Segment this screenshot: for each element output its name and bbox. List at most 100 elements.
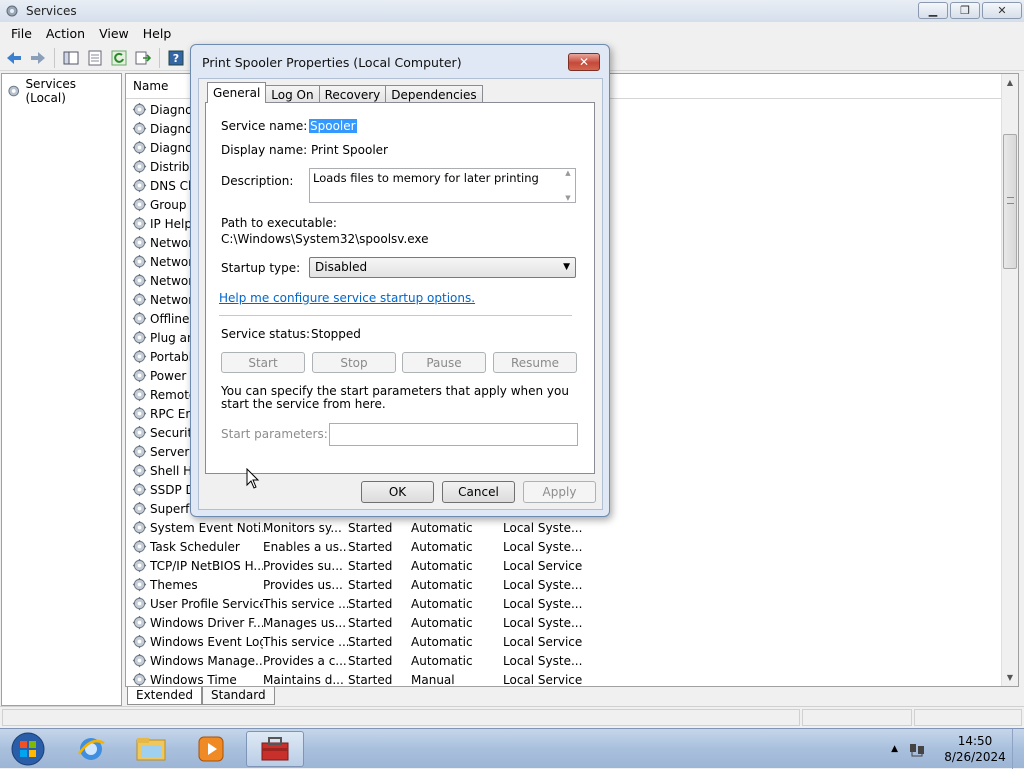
start-params-label: Start parameters: — [221, 427, 328, 441]
taskbar: ▲ 14:50 8/26/2024 — [0, 728, 1024, 769]
service-row[interactable]: TCP/IP NetBIOS H... Provides su... Started… — [126, 556, 1006, 575]
cancel-button[interactable]: Cancel — [442, 481, 515, 503]
service-row[interactable]: System Event Noti... Monitors sy... Starte… — [126, 518, 1006, 537]
startup-type-value: Disabled — [315, 260, 368, 274]
service-row[interactable]: Windows Manage... Provides a c... Started A… — [126, 651, 1006, 670]
service-name: Windows Manage... — [150, 653, 263, 668]
start-params-input[interactable] — [329, 423, 578, 446]
tab-dependencies[interactable]: Dependencies — [385, 85, 483, 103]
show-hidden-icons-icon[interactable]: ▲ — [891, 744, 898, 754]
apply-button[interactable]: Apply — [523, 481, 596, 503]
resume-button[interactable]: Resume — [493, 352, 577, 373]
scroll-up-icon[interactable]: ▲ — [1002, 74, 1018, 91]
service-row[interactable]: User Profile Service This service ... Star… — [126, 594, 1006, 613]
service-gear-icon — [132, 406, 147, 421]
windows-orb-icon — [11, 732, 45, 766]
vertical-scrollbar[interactable]: ▲ ▼ — [1001, 74, 1018, 686]
start-button[interactable]: Start — [221, 352, 305, 373]
menu-file[interactable]: File — [4, 24, 39, 43]
service-log-on-as: Local Syste... — [503, 653, 583, 668]
service-row[interactable]: Themes Provides us... Started Automatic Loca… — [126, 575, 1006, 594]
service-startup-type: Automatic — [411, 577, 473, 592]
service-row[interactable]: Task Scheduler Enables a us... Started Auto… — [126, 537, 1006, 556]
service-log-on-as: Local Syste... — [503, 577, 583, 592]
service-gear-icon — [132, 178, 147, 193]
show-desktop-button[interactable] — [1012, 729, 1024, 769]
tab-recovery[interactable]: Recovery — [318, 85, 387, 103]
divider — [219, 315, 572, 316]
status-panel — [2, 709, 800, 726]
service-gear-icon — [132, 558, 147, 573]
service-gear-icon — [132, 254, 147, 269]
scroll-down-icon[interactable]: ▼ — [1002, 669, 1018, 686]
display-name-label: Display name: — [221, 143, 308, 157]
service-log-on-as: Local Syste... — [503, 615, 583, 630]
media-player-icon — [198, 736, 224, 762]
clock[interactable]: 14:50 8/26/2024 — [940, 733, 1010, 765]
service-gear-icon — [132, 539, 147, 554]
service-startup-type: Automatic — [411, 634, 473, 649]
back-arrow-icon[interactable] — [4, 48, 24, 68]
tree-item-services-local[interactable]: Services (Local) — [2, 74, 121, 108]
service-description: Manages us... — [263, 615, 347, 630]
service-status: Started — [348, 653, 393, 668]
refresh-icon[interactable] — [109, 48, 129, 68]
service-row[interactable]: Windows Driver F... Manages us... Started A… — [126, 613, 1006, 632]
description-scrollbar[interactable]: ▲ ▼ — [561, 169, 575, 202]
service-log-on-as: Local Syste... — [503, 520, 583, 535]
tab-extended[interactable]: Extended — [127, 687, 202, 705]
network-icon[interactable] — [908, 740, 926, 758]
service-name: Plug an — [150, 330, 195, 345]
taskbar-internet-explorer[interactable] — [62, 731, 120, 767]
maximize-button[interactable]: ❐ — [950, 2, 980, 19]
taskbar-media-player[interactable] — [182, 731, 240, 767]
help-configure-startup-link[interactable]: Help me configure service startup option… — [219, 291, 475, 305]
menu-help[interactable]: Help — [136, 24, 179, 43]
service-name: Power — [150, 368, 187, 383]
start-params-hint: You can specify the start parameters tha… — [221, 384, 569, 411]
export-list-icon[interactable] — [133, 48, 153, 68]
service-name: Server — [150, 444, 190, 459]
taskbar-services[interactable] — [246, 731, 304, 767]
tab-general[interactable]: General — [207, 82, 267, 103]
main-window-titlebar: Services ▁ ❐ ✕ — [0, 0, 1024, 22]
service-gear-icon — [132, 216, 147, 231]
service-row[interactable]: Windows Event Log This service ... Started… — [126, 632, 1006, 651]
service-status: Started — [348, 672, 393, 687]
help-icon[interactable]: ? — [166, 48, 186, 68]
service-name: Offline — [150, 311, 190, 326]
taskbar-windows-explorer[interactable] — [122, 731, 180, 767]
dialog-close-button[interactable]: ✕ — [568, 53, 600, 71]
minimize-button[interactable]: ▁ — [918, 2, 948, 19]
start-button[interactable] — [2, 731, 54, 767]
service-gear-icon — [132, 501, 147, 516]
scrollbar-thumb[interactable] — [1003, 134, 1017, 269]
description-field[interactable]: Loads files to memory for later printing… — [309, 168, 576, 203]
service-description: This service ... — [263, 634, 348, 649]
startup-type-dropdown[interactable]: Disabled ▼ — [309, 257, 576, 278]
tab-log-on[interactable]: Log On — [265, 85, 320, 103]
service-description: This service ... — [263, 596, 348, 611]
service-startup-type: Automatic — [411, 520, 473, 535]
service-name: Windows Event Log — [150, 634, 263, 649]
forward-arrow-icon[interactable] — [28, 48, 48, 68]
service-gear-icon — [132, 615, 147, 630]
status-panel — [914, 709, 1022, 726]
service-gear-icon — [132, 235, 147, 250]
print-spooler-properties-dialog: Print Spooler Properties (Local Computer… — [190, 44, 610, 517]
service-gear-icon — [132, 140, 147, 155]
menu-view[interactable]: View — [92, 24, 136, 43]
chevron-down-icon: ▼ — [563, 262, 570, 272]
console-tree-icon[interactable] — [61, 48, 81, 68]
stop-button[interactable]: Stop — [312, 352, 396, 373]
service-row[interactable]: Windows Time Maintains d... Started Manual L… — [126, 670, 1006, 687]
properties-sheet-icon[interactable] — [85, 48, 105, 68]
description-text: Loads files to memory for later printing — [313, 171, 539, 185]
service-name-value[interactable]: Spooler — [309, 119, 357, 133]
pause-button[interactable]: Pause — [402, 352, 486, 373]
close-button[interactable]: ✕ — [982, 2, 1022, 19]
tab-standard[interactable]: Standard — [202, 687, 275, 705]
column-header-name[interactable]: Name — [126, 74, 168, 99]
ok-button[interactable]: OK — [361, 481, 434, 503]
menu-action[interactable]: Action — [39, 24, 92, 43]
